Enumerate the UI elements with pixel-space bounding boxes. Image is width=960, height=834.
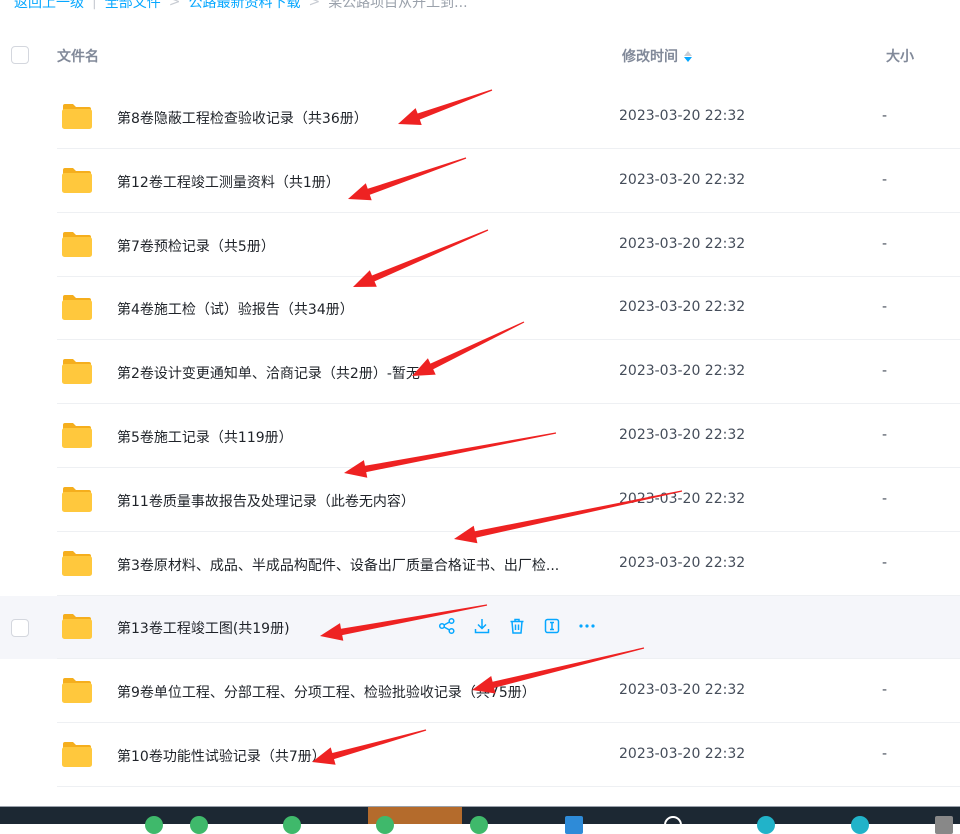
table-row[interactable]: 第4卷施工检（试）验报告（共34册） 2023-03-20 22:32 - [0, 277, 960, 341]
folder-icon [61, 294, 93, 321]
modified-time: 2023-03-20 22:32 [619, 299, 746, 316]
file-name[interactable]: 第8卷隐蔽工程检查验收记录（共36册） [117, 108, 368, 128]
back-link[interactable]: 返回上一级 [14, 0, 84, 12]
file-size: - [882, 682, 888, 699]
folder-icon [61, 550, 93, 577]
breadcrumb-current: 某公路项目从开工到... [328, 0, 468, 11]
modified-time: 2023-03-20 22:32 [619, 108, 746, 124]
table-row[interactable]: 第8卷隐蔽工程检查验收记录（共36册） 2023-03-20 22:32 - [0, 86, 960, 149]
column-size-header[interactable]: 大小 [886, 46, 914, 66]
file-name[interactable]: 第9卷单位工程、分部工程、分项工程、检验批验收记录（共75册） [117, 682, 536, 702]
folder-icon [61, 486, 93, 513]
taskbar-app-icon[interactable] [757, 816, 775, 834]
breadcrumb-folder1[interactable]: 公路最新资料下载 [188, 0, 300, 12]
delete-icon[interactable] [508, 617, 526, 635]
file-size: - [882, 490, 888, 507]
taskbar-app-icon[interactable] [565, 816, 583, 834]
taskbar-app-icon[interactable] [283, 816, 301, 834]
modified-time: 2023-03-20 22:32 [619, 427, 746, 443]
file-name[interactable]: 第13卷工程竣工图(共19册) [117, 618, 290, 638]
breadcrumb-all-files[interactable]: 全部文件 [105, 0, 161, 12]
table-row[interactable]: 第5卷施工记录（共119册） 2023-03-20 22:32 - [0, 405, 960, 468]
file-name[interactable]: 第10卷功能性试验记录（共7册） [117, 746, 326, 766]
file-name[interactable]: 第4卷施工检（试）验报告（共34册） [117, 299, 354, 319]
table-row[interactable]: 第10卷功能性试验记录（共7册） 2023-03-20 22:32 - [0, 724, 960, 787]
breadcrumb-separator: | [92, 0, 97, 10]
more-icon[interactable] [578, 617, 596, 635]
file-size: - [882, 299, 888, 316]
row-checkbox[interactable] [11, 619, 29, 638]
file-size: - [882, 746, 888, 762]
file-name[interactable]: 第12卷工程竣工测量资料（共1册） [117, 172, 340, 192]
file-size: - [882, 427, 888, 443]
modified-time: 2023-03-20 22:32 [619, 235, 746, 252]
file-name[interactable]: 第11卷质量事故报告及处理记录（此卷无内容） [117, 491, 415, 511]
taskbar-app-icon[interactable] [376, 816, 394, 834]
download-icon[interactable] [473, 617, 491, 635]
breadcrumb-chevron: > [308, 0, 321, 10]
taskbar-app-icon[interactable] [935, 816, 953, 834]
taskbar-app-icon[interactable] [145, 816, 163, 834]
modified-time: 2023-03-20 22:32 [619, 554, 746, 571]
file-name[interactable]: 第7卷预检记录（共5册） [117, 236, 275, 256]
table-row[interactable]: 第12卷工程竣工测量资料（共1册） 2023-03-20 22:32 - [0, 150, 960, 213]
taskbar-app-icon[interactable] [470, 816, 488, 834]
taskbar-app-icon[interactable] [664, 816, 682, 834]
folder-icon [61, 422, 93, 449]
folder-icon [61, 613, 93, 640]
modified-time: 2023-03-20 22:32 [619, 490, 746, 507]
file-size: - [882, 108, 888, 124]
column-name-header[interactable]: 文件名 [57, 46, 99, 66]
taskbar [0, 806, 960, 834]
folder-icon [61, 167, 93, 194]
breadcrumb-chevron: > [168, 0, 181, 10]
breadcrumb: 返回上一级 | 全部文件 > 公路最新资料下载 > 某公路项目从开工到... [14, 0, 468, 12]
folder-icon [61, 231, 93, 258]
file-list-header: 文件名 修改时间 大小 [0, 30, 960, 80]
table-row[interactable]: 第9卷单位工程、分部工程、分项工程、检验批验收记录（共75册） 2023-03-2… [0, 660, 960, 724]
table-row[interactable]: 第3卷原材料、成品、半成品构配件、设备出厂质量合格证书、出厂检... 2023-0… [0, 533, 960, 596]
rename-icon[interactable] [543, 617, 561, 635]
folder-icon [61, 103, 93, 130]
file-name[interactable]: 第5卷施工记录（共119册） [117, 427, 293, 447]
file-name[interactable]: 第2卷设计变更通知单、洽商记录（共2册）-暂无 [117, 363, 420, 383]
taskbar-app-icon[interactable] [851, 816, 869, 834]
modified-time: 2023-03-20 22:32 [619, 171, 746, 188]
table-row[interactable]: 第2卷设计变更通知单、洽商记录（共2册）-暂无 2023-03-20 22:32 - [0, 341, 960, 405]
table-row[interactable]: 第11卷质量事故报告及处理记录（此卷无内容） 2023-03-20 22:32 - [0, 469, 960, 532]
file-size: - [882, 554, 888, 571]
modified-time: 2023-03-20 22:32 [619, 746, 746, 762]
modified-time: 2023-03-20 22:32 [619, 363, 746, 380]
select-all-checkbox[interactable] [11, 46, 29, 64]
folder-icon [61, 677, 93, 704]
file-size: - [882, 235, 888, 252]
share-icon[interactable] [438, 617, 456, 635]
column-time-header[interactable]: 修改时间 [622, 46, 692, 66]
table-row[interactable]: 第13卷工程竣工图(共19册) [0, 596, 960, 660]
folder-icon [61, 741, 93, 768]
table-row[interactable]: 第7卷预检记录（共5册） 2023-03-20 22:32 - [0, 214, 960, 277]
file-size: - [882, 171, 888, 188]
taskbar-app-icon[interactable] [190, 816, 208, 834]
folder-icon [61, 358, 93, 385]
row-actions [438, 617, 596, 635]
sort-icon[interactable] [684, 50, 692, 62]
file-name[interactable]: 第3卷原材料、成品、半成品构配件、设备出厂质量合格证书、出厂检... [117, 555, 559, 575]
file-size: - [882, 363, 888, 380]
column-time-label: 修改时间 [622, 49, 678, 65]
modified-time: 2023-03-20 22:32 [619, 682, 746, 699]
